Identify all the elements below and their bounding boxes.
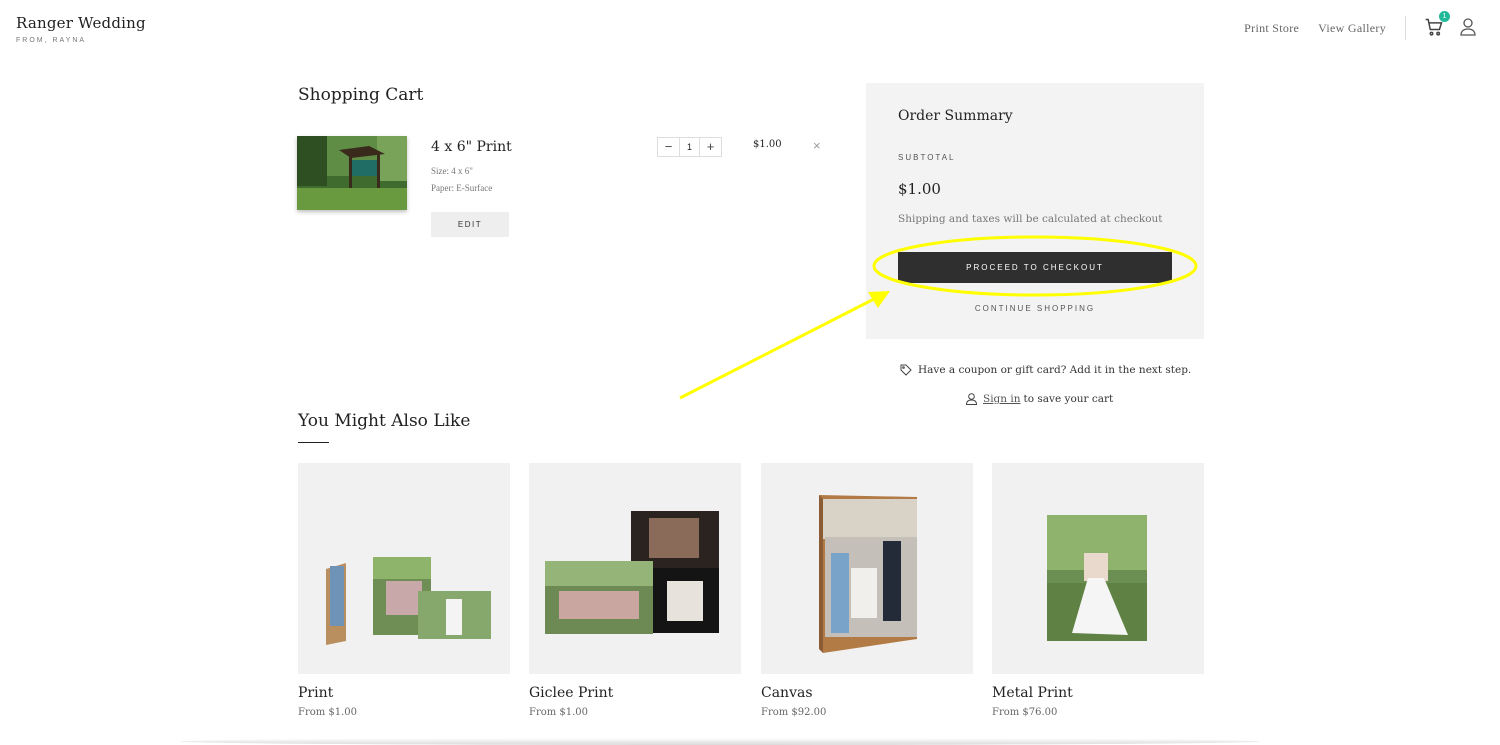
nav-view-gallery[interactable]: View Gallery xyxy=(1318,21,1386,36)
product-price: From $92.00 xyxy=(761,707,827,718)
subtotal-label: SUBTOTAL xyxy=(898,153,956,162)
product-image[interactable] xyxy=(761,463,973,674)
cart-item-price: $1.00 xyxy=(753,139,782,150)
highlight-annotation xyxy=(679,235,1198,400)
order-summary-panel: Order Summary SUBTOTAL $1.00 Shipping an… xyxy=(866,83,1204,339)
remove-item-button[interactable]: × xyxy=(813,138,821,153)
cart-item-thumbnail[interactable] xyxy=(297,136,407,210)
sign-in-suffix: to save your cart xyxy=(1023,393,1114,405)
shipping-note: Shipping and taxes will be calculated at… xyxy=(898,213,1163,225)
product-price: From $76.00 xyxy=(992,707,1058,718)
continue-shopping-link[interactable]: CONTINUE SHOPPING xyxy=(866,304,1204,313)
nav-divider xyxy=(1405,16,1406,40)
cart-heading: Shopping Cart xyxy=(298,85,424,105)
footer-shadow xyxy=(180,738,1260,745)
product-price: From $1.00 xyxy=(298,707,358,718)
cart-count-badge: 1 xyxy=(1439,11,1450,22)
product-card-giclee-print[interactable]: Giclee Print From $1.00 xyxy=(529,463,741,718)
also-like-heading: You Might Also Like xyxy=(298,411,471,431)
cart-item-paper: Paper: E-Surface xyxy=(431,183,493,193)
top-nav: Print Store View Gallery 1 xyxy=(1244,0,1500,56)
user-icon xyxy=(1460,18,1476,36)
nav-print-store[interactable]: Print Store xyxy=(1244,21,1299,36)
edit-item-button[interactable]: EDIT xyxy=(431,212,509,237)
product-price: From $1.00 xyxy=(529,707,589,718)
user-icon xyxy=(966,393,977,405)
increase-quantity-button[interactable]: + xyxy=(700,138,721,156)
sign-in-link[interactable]: Sign in xyxy=(983,393,1021,405)
subtotal-amount: $1.00 xyxy=(898,180,941,198)
coupon-notice: Have a coupon or gift card? Add it in th… xyxy=(900,364,1191,376)
product-image[interactable] xyxy=(992,463,1204,674)
product-name[interactable]: Canvas xyxy=(761,685,973,701)
cart-item-size: Size: 4 x 6" xyxy=(431,166,473,176)
product-image[interactable] xyxy=(298,463,510,674)
brand[interactable]: Ranger Wedding FROM, RAYNA xyxy=(16,14,146,44)
product-card-print[interactable]: Print From $1.00 xyxy=(298,463,510,718)
sign-in-prompt: Sign in to save your cart xyxy=(966,393,1113,405)
quantity-value[interactable]: 1 xyxy=(679,138,700,156)
product-card-canvas[interactable]: Canvas From $92.00 xyxy=(761,463,973,718)
product-name[interactable]: Giclee Print xyxy=(529,685,741,701)
brand-subtitle: FROM, RAYNA xyxy=(16,37,87,44)
proceed-to-checkout-button[interactable]: PROCEED TO CHECKOUT xyxy=(898,252,1172,283)
order-summary-title: Order Summary xyxy=(898,108,1013,124)
product-image[interactable] xyxy=(529,463,741,674)
product-name[interactable]: Print xyxy=(298,685,510,701)
brand-title[interactable]: Ranger Wedding xyxy=(16,14,146,32)
highlight-arrow-line xyxy=(679,296,877,400)
product-name[interactable]: Metal Print xyxy=(992,685,1204,701)
coupon-text: Have a coupon or gift card? Add it in th… xyxy=(918,364,1192,376)
account-button[interactable] xyxy=(1460,18,1478,38)
product-card-metal-print[interactable]: Metal Print From $76.00 xyxy=(992,463,1204,718)
heading-underline xyxy=(298,442,329,443)
cart-button[interactable]: 1 xyxy=(1424,11,1450,39)
decrease-quantity-button[interactable]: − xyxy=(658,138,679,156)
quantity-stepper: − 1 + xyxy=(657,137,722,157)
tag-icon xyxy=(900,364,912,376)
cart-item-name: 4 x 6" Print xyxy=(431,139,512,155)
